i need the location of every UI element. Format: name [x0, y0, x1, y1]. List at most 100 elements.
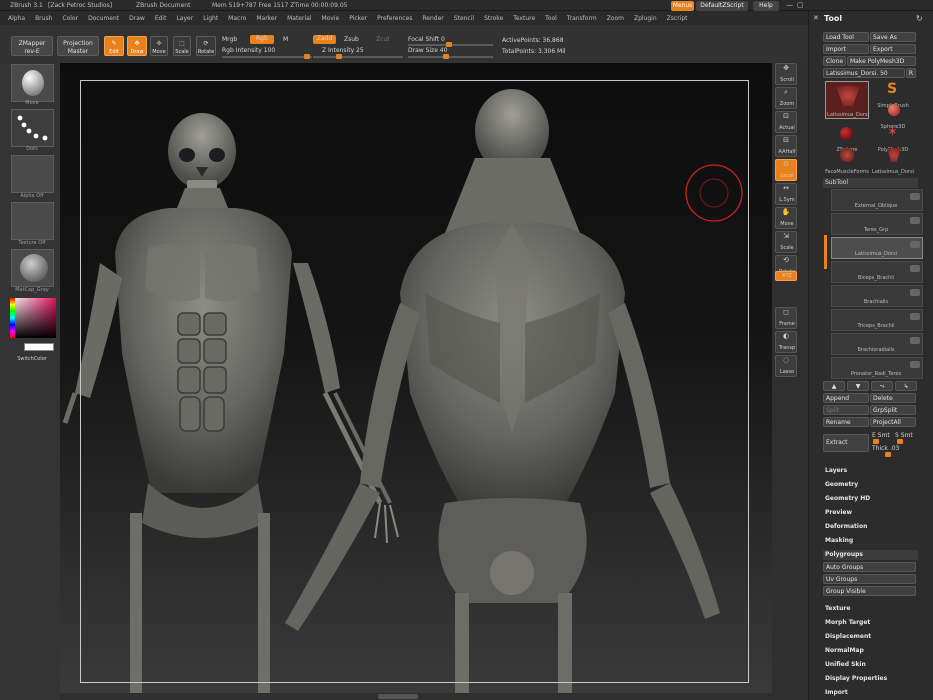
- visibility-eye-icon[interactable]: [910, 265, 920, 272]
- uv-groups-button[interactable]: Uv Groups: [823, 574, 916, 584]
- menu-render[interactable]: Render: [422, 15, 443, 22]
- rgb-intensity-slider[interactable]: [222, 56, 312, 58]
- hue-strip[interactable]: [10, 298, 15, 338]
- s-smooth-slider[interactable]: S Smt: [895, 432, 913, 439]
- visibility-eye-icon[interactable]: [910, 313, 920, 320]
- scale-view-tool[interactable]: ⇲ Scale: [775, 231, 797, 253]
- minimize-icon[interactable]: —: [786, 1, 796, 10]
- e-smooth-slider[interactable]: E Smt: [872, 432, 890, 439]
- lsym-tool[interactable]: ↔ L.Sym: [775, 183, 797, 205]
- menu-light[interactable]: Light: [203, 15, 218, 22]
- tool-tile-latissimus-2[interactable]: Latissimus_Dorsi: [871, 147, 915, 175]
- menu-stencil[interactable]: Stencil: [454, 15, 474, 22]
- merge-icon[interactable]: ⤳: [871, 381, 893, 391]
- append-button[interactable]: Append: [823, 393, 869, 403]
- subtool-item[interactable]: Teres_Grp: [831, 213, 923, 235]
- section-polygroups[interactable]: Polygroups: [825, 551, 863, 558]
- tool-tile-facemuscleforms[interactable]: FaceMuscleForms: [825, 147, 869, 175]
- menu-marker[interactable]: Marker: [256, 15, 277, 22]
- menu-texture[interactable]: Texture: [513, 15, 535, 22]
- zsub-toggle[interactable]: Zsub: [344, 36, 359, 43]
- section-geometry[interactable]: Geometry: [825, 481, 858, 488]
- make-polymesh-button[interactable]: Make PolyMesh3D: [847, 56, 916, 66]
- grpsplit-button[interactable]: GrpSplit: [870, 405, 916, 415]
- zcut-toggle[interactable]: Zcut: [376, 36, 390, 43]
- clone-button[interactable]: Clone: [823, 56, 846, 66]
- brush-thumbnail[interactable]: [11, 64, 54, 102]
- subtool-item[interactable]: Biceps_Brachii: [831, 261, 923, 283]
- menu-document[interactable]: Document: [88, 15, 119, 22]
- menu-brush[interactable]: Brush: [35, 15, 52, 22]
- menu-material[interactable]: Material: [287, 15, 311, 22]
- menu-zoom[interactable]: Zoom: [607, 15, 624, 22]
- move-down-icon[interactable]: ▼: [847, 381, 869, 391]
- z-intensity-slider[interactable]: [313, 56, 403, 58]
- visibility-eye-icon[interactable]: [910, 241, 920, 248]
- thick-slider[interactable]: Thick .03: [872, 445, 899, 452]
- transp-tool[interactable]: ◐ Transp: [775, 331, 797, 353]
- local-tool[interactable]: ⊙ Local: [775, 159, 797, 181]
- move-view-tool[interactable]: ✋ Move: [775, 207, 797, 229]
- menu-alpha[interactable]: Alpha: [8, 15, 25, 22]
- section-display-properties[interactable]: Display Properties: [825, 675, 887, 682]
- actual-tool[interactable]: ⊡ Actual: [775, 111, 797, 133]
- save-as-button[interactable]: Save As: [870, 32, 916, 42]
- load-tool-button[interactable]: Load Tool: [823, 32, 869, 42]
- z-intensity-knob[interactable]: [336, 54, 342, 59]
- subtool-item[interactable]: External_Oblique: [831, 189, 923, 211]
- split-button[interactable]: Split: [823, 405, 869, 415]
- visibility-eye-icon[interactable]: [910, 361, 920, 368]
- extract-button[interactable]: Extract: [823, 434, 869, 452]
- subtool-scrollbar[interactable]: [824, 235, 827, 269]
- section-unified-skin[interactable]: Unified Skin: [825, 661, 866, 668]
- section-geometry-hd[interactable]: Geometry HD: [825, 495, 870, 502]
- scale-mode-button[interactable]: ⬚ Scale: [173, 36, 191, 56]
- texture-thumbnail[interactable]: [11, 202, 54, 240]
- edit-mode-button[interactable]: ✎ Edit: [104, 36, 124, 56]
- scroll-tool[interactable]: ✥ Scroll: [775, 63, 797, 85]
- secondary-color-swatch[interactable]: [24, 343, 54, 351]
- alpha-thumbnail[interactable]: [11, 155, 54, 193]
- menu-transform[interactable]: Transform: [567, 15, 597, 22]
- zoom-tool[interactable]: ⌕ Zoom: [775, 87, 797, 109]
- menu-movie[interactable]: Movie: [321, 15, 339, 22]
- import-button[interactable]: Import: [823, 44, 869, 54]
- zadd-toggle[interactable]: Zadd: [313, 35, 337, 44]
- section-displacement[interactable]: Displacement: [825, 633, 871, 640]
- rename-button[interactable]: Rename: [823, 417, 869, 427]
- menus-button[interactable]: Menus: [671, 1, 694, 11]
- rgb-intensity-knob[interactable]: [304, 54, 310, 59]
- auto-groups-button[interactable]: Auto Groups: [823, 562, 916, 572]
- subtool-item[interactable]: Triceps_Brachii: [831, 309, 923, 331]
- menu-zplugin[interactable]: Zplugin: [634, 15, 657, 22]
- section-morph-target[interactable]: Morph Target: [825, 619, 870, 626]
- aahalf-tool[interactable]: ⊟ AAHalf: [775, 135, 797, 157]
- window-icon[interactable]: ▢: [797, 1, 807, 10]
- draw-size-slider[interactable]: [408, 56, 493, 58]
- stroke-thumbnail[interactable]: [11, 109, 54, 147]
- r-button[interactable]: R: [906, 68, 916, 78]
- group-visible-button[interactable]: Group Visible: [823, 586, 916, 596]
- visibility-eye-icon[interactable]: [910, 337, 920, 344]
- material-thumbnail[interactable]: [11, 249, 54, 287]
- zscript-button[interactable]: DefaultZScript: [696, 1, 748, 11]
- draw-size-knob[interactable]: [443, 54, 449, 59]
- subtool-item[interactable]: Pronator_Radi_Teres: [831, 357, 923, 379]
- section-import[interactable]: Import: [825, 689, 848, 696]
- menu-layer[interactable]: Layer: [176, 15, 193, 22]
- menu-preferences[interactable]: Preferences: [377, 15, 412, 22]
- current-tool-slider[interactable]: Latissimus_Dorsi. 50: [823, 68, 905, 78]
- panel-close-icon[interactable]: ✕: [813, 14, 819, 22]
- section-masking[interactable]: Masking: [825, 537, 853, 544]
- section-preview[interactable]: Preview: [825, 509, 852, 516]
- section-texture[interactable]: Texture: [825, 605, 850, 612]
- section-layers[interactable]: Layers: [825, 467, 847, 474]
- menu-color[interactable]: Color: [62, 15, 78, 22]
- menu-zscript[interactable]: Zscript: [667, 15, 688, 22]
- draw-mode-button[interactable]: ✥ Draw: [127, 36, 147, 56]
- subtool-item-selected[interactable]: Latissimus_Dorsi: [831, 237, 923, 259]
- color-picker[interactable]: [10, 298, 56, 338]
- xyz-toggle[interactable]: XYZ: [775, 271, 797, 281]
- visibility-eye-icon[interactable]: [910, 289, 920, 296]
- subtool-item[interactable]: Brachialis: [831, 285, 923, 307]
